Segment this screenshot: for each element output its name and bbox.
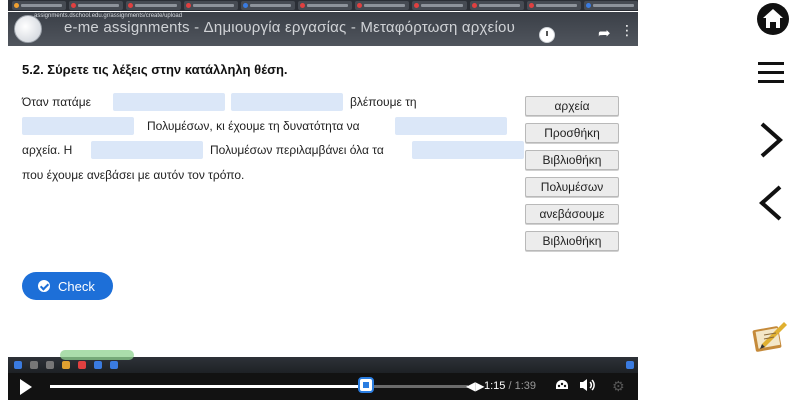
- tab-title: [21, 4, 63, 7]
- tab-favicon: [585, 3, 591, 8]
- sentence-line-4: που έχουμε ανεβάσει με αυτόν τον τρόπο.: [22, 166, 522, 188]
- tab-title: [421, 4, 463, 7]
- store-icon: [110, 361, 118, 369]
- sentence-text: Πολυμέσων, κι έχουμε τη δυνατότητα να: [147, 119, 360, 133]
- video-frame: assignments.dschool.edu.gr/assignments/c…: [8, 0, 638, 400]
- drop-zone-1[interactable]: [113, 93, 225, 111]
- drop-zone-3[interactable]: [22, 117, 134, 135]
- edge-icon: [94, 361, 102, 369]
- watch-later-icon[interactable]: [539, 27, 555, 43]
- next-icon[interactable]: [756, 120, 786, 165]
- volume-icon[interactable]: [579, 378, 597, 395]
- drop-zone-6[interactable]: [412, 141, 524, 159]
- more-options-icon[interactable]: ⋮: [620, 22, 634, 39]
- sentence-text: βλέπουμε τη: [350, 95, 417, 109]
- sentence-text: αρχεία. Η: [22, 143, 73, 157]
- progress-fill: [50, 385, 366, 388]
- browser-tab: [12, 1, 67, 10]
- sentence-text: Πολυμέσων περιλαμβάνει όλα τα: [210, 143, 384, 157]
- menu-icon[interactable]: [756, 58, 786, 93]
- browser-tab: [240, 1, 295, 10]
- playback-speed-icon[interactable]: [554, 378, 570, 395]
- check-label: Check: [58, 278, 95, 294]
- browser-tab: [297, 1, 353, 10]
- tab-favicon: [128, 3, 134, 8]
- sentence-line-3: αρχεία. Η Πολυμέσων περιλαμβάνει όλα τα: [22, 141, 524, 163]
- tab-title: [78, 4, 120, 7]
- browser-tab: [412, 1, 467, 10]
- task-title: 5.2. Σύρετε τις λέξεις στην κατάλληλη θέ…: [22, 62, 288, 77]
- browser-tab: [583, 1, 638, 10]
- sentence-line-2: Πολυμέσων, κι έχουμε τη δυνατότητα να: [22, 117, 522, 139]
- settings-gear-icon[interactable]: ⚙: [612, 378, 625, 395]
- draggable-word[interactable]: Πολυμέσων: [525, 177, 619, 197]
- tab-favicon: [299, 3, 305, 8]
- file-explorer-icon: [62, 361, 70, 369]
- tab-favicon: [185, 3, 191, 8]
- browser-tab: [183, 1, 238, 10]
- tab-title: [478, 4, 520, 7]
- tab-title: [364, 4, 406, 7]
- draggable-word[interactable]: Προσθήκη: [525, 123, 619, 143]
- draggable-word[interactable]: Βιβλιοθήκη: [525, 150, 619, 170]
- tab-title: [306, 4, 349, 7]
- channel-avatar: [14, 15, 42, 43]
- draggable-word[interactable]: Βιβλιοθήκη: [525, 231, 619, 251]
- drop-zone-4[interactable]: [395, 117, 507, 135]
- browser-tabs: [8, 0, 638, 11]
- os-taskbar: [8, 350, 638, 373]
- sentence-line-1: Όταν πατάμε βλέπουμε τη: [22, 93, 522, 115]
- check-button[interactable]: Check: [22, 272, 113, 300]
- tab-favicon: [14, 3, 19, 8]
- chrome-icon: [78, 361, 86, 369]
- browser-tab: [126, 1, 181, 10]
- duration: / 1:39: [508, 380, 537, 392]
- sentence-text: Όταν πατάμε: [22, 95, 91, 109]
- home-icon[interactable]: [756, 2, 790, 36]
- search-icon: [30, 361, 38, 369]
- share-icon[interactable]: ➦: [598, 24, 611, 42]
- task-view-icon: [46, 361, 54, 369]
- tab-title: [535, 4, 577, 7]
- video-title: e-me assignments - Δημιουργία εργασίας -…: [64, 19, 515, 36]
- windows-start-icon: [14, 361, 22, 369]
- browser-tab: [355, 1, 410, 10]
- notifications-icon: [626, 361, 634, 369]
- drop-zone-5[interactable]: [91, 141, 203, 159]
- play-icon[interactable]: [20, 379, 32, 395]
- browser-tab: [526, 1, 581, 10]
- browser-tab: [469, 1, 524, 10]
- time-display: 1:15 / 1:39: [484, 380, 536, 392]
- tab-favicon: [471, 3, 477, 8]
- sentence-text: που έχουμε ανεβάσει με αυτόν τον τρόπο.: [22, 168, 245, 182]
- current-time: 1:15: [484, 380, 506, 392]
- player-controls: ◀▶ 1:15 / 1:39 ⚙: [8, 373, 638, 400]
- tab-title: [135, 4, 177, 7]
- progress-handle[interactable]: [358, 377, 374, 393]
- check-circle-icon: [38, 280, 50, 292]
- draggable-word[interactable]: ανεβάσουμε: [525, 204, 619, 224]
- tab-title: [249, 4, 291, 7]
- tab-favicon: [414, 3, 420, 8]
- tab-favicon: [357, 3, 363, 8]
- progress-bar[interactable]: [50, 377, 468, 393]
- browser-tab: [69, 1, 124, 10]
- drop-zone-2[interactable]: [231, 93, 343, 111]
- tab-favicon: [528, 3, 534, 8]
- speed-marker-icon: ◀▶: [466, 379, 485, 393]
- tab-title: [192, 4, 234, 7]
- tab-favicon: [242, 3, 248, 8]
- notes-icon[interactable]: [750, 316, 790, 361]
- tab-favicon: [71, 3, 77, 8]
- previous-icon[interactable]: [756, 183, 786, 228]
- tab-title: [592, 4, 635, 7]
- draggable-word[interactable]: αρχεία: [525, 96, 619, 116]
- notification-pill: [60, 350, 134, 360]
